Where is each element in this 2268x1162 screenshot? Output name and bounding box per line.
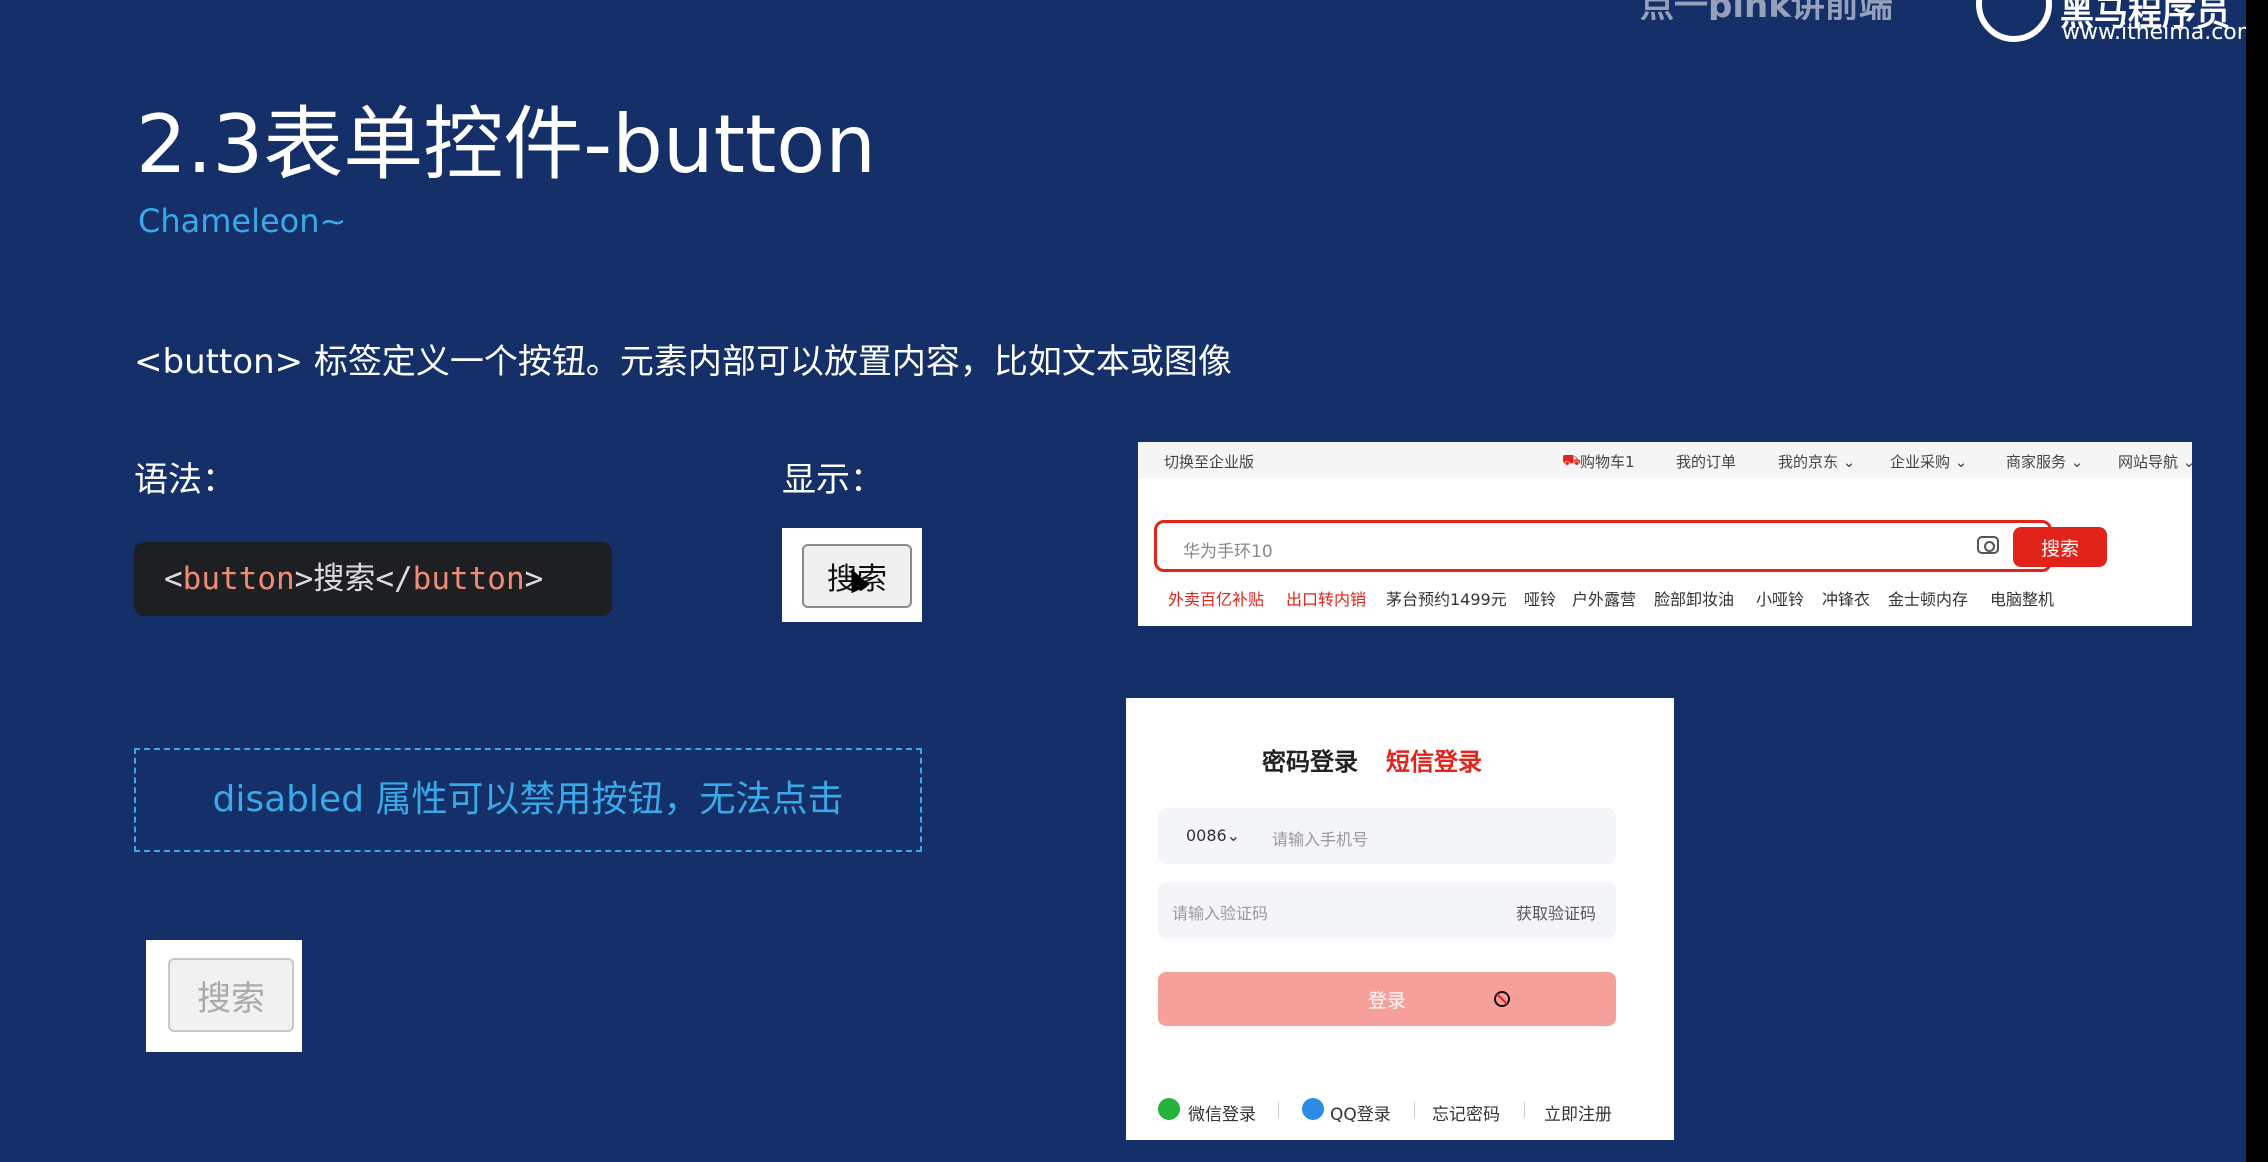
login-button-label: 登录 (1367, 989, 1406, 1012)
jd-search-input[interactable]: 华为手环10 (1183, 537, 1273, 562)
brand-url: www.itheima.com (2062, 20, 2259, 45)
camera-icon[interactable] (1977, 536, 1999, 554)
register-link[interactable]: 立即注册 (1544, 1100, 1612, 1125)
code-tag-open: button (182, 561, 295, 597)
code-input[interactable]: 请输入验证码 (1172, 900, 1268, 924)
code-tag-close: button (412, 561, 525, 597)
disabled-note: disabled 属性可以禁用按钮，无法点击 (134, 748, 922, 852)
jd-hot-link[interactable]: 小哑铃 (1756, 586, 1804, 610)
jd-procure-link[interactable]: 企业采购 ⌄ (1890, 451, 1967, 472)
divider (1278, 1102, 1279, 1118)
divider (1524, 1102, 1525, 1118)
code-gt: > (294, 561, 314, 597)
wechat-icon (1158, 1098, 1180, 1120)
tab-password-login[interactable]: 密码登录 (1262, 742, 1358, 777)
jd-enterprise-link[interactable]: 切换至企业版 (1164, 451, 1254, 472)
jd-cart-link[interactable]: 购物车1 (1580, 451, 1635, 472)
tab-sms-login[interactable]: 短信登录 (1386, 742, 1482, 777)
jd-header-screenshot: 切换至企业版 ⛟ 购物车1 我的订单 我的京东 ⌄ 企业采购 ⌄ 商家服务 ⌄ … (1138, 442, 2192, 626)
code-end-lt: </ (375, 561, 413, 597)
jd-search-box[interactable]: 华为手环10 搜索 (1154, 520, 2107, 572)
divider (1414, 1102, 1415, 1118)
jd-hot-link[interactable]: 哑铃 (1524, 586, 1556, 610)
forgot-password-link[interactable]: 忘记密码 (1432, 1100, 1500, 1125)
jd-hot-link[interactable]: 金士顿内存 (1888, 586, 1968, 610)
code-end-gt: > (524, 561, 544, 597)
window-edge (2246, 0, 2268, 1162)
not-allowed-icon (1494, 991, 1510, 1007)
disabled-search-button: 搜索 (168, 958, 294, 1032)
phone-field[interactable]: 0086⌄ 请输入手机号 (1158, 808, 1616, 864)
jd-hot-link[interactable]: 户外露营 (1572, 586, 1636, 610)
code-sample: <button>搜索</button> (134, 542, 612, 616)
wechat-login-link[interactable]: 微信登录 (1188, 1100, 1256, 1125)
top-overlay-text: 点一pink讲前端 (1640, 0, 1893, 20)
phone-input[interactable]: 请输入手机号 (1272, 826, 1368, 850)
jd-hot-link[interactable]: 出口转内销 (1286, 586, 1366, 610)
code-field[interactable]: 请输入验证码 获取验证码 (1158, 882, 1616, 938)
cart-icon: ⛟ (1562, 451, 1581, 469)
demo-panel: 搜索 (782, 528, 922, 622)
jd-search-button[interactable]: 搜索 (2013, 527, 2107, 567)
logo-icon (1976, 0, 2052, 42)
jd-sitenav-link[interactable]: 网站导航 ⌄ (2118, 451, 2192, 472)
slide-title: 2.3表单控件-button (136, 98, 876, 191)
disabled-demo-panel: 搜索 (146, 940, 302, 1052)
get-code-button[interactable]: 获取验证码 (1516, 900, 1596, 924)
code-lt: < (164, 561, 183, 597)
jd-top-bar: 切换至企业版 ⛟ 购物车1 我的订单 我的京东 ⌄ 企业采购 ⌄ 商家服务 ⌄ … (1138, 442, 2192, 478)
jd-hot-link[interactable]: 电脑整机 (1990, 586, 2054, 610)
qq-icon (1302, 1098, 1324, 1120)
jd-hot-link[interactable]: 外卖百亿补贴 (1168, 586, 1264, 610)
country-code-select[interactable]: 0086⌄ (1186, 826, 1240, 845)
syntax-label: 语法： (134, 460, 236, 500)
jd-hot-link[interactable]: 脸部卸妆油 (1654, 586, 1734, 610)
jd-orders-link[interactable]: 我的订单 (1676, 451, 1736, 472)
code-inner: 搜索 (313, 561, 376, 597)
qq-login-link[interactable]: QQ登录 (1330, 1100, 1391, 1125)
jd-merchant-link[interactable]: 商家服务 ⌄ (2006, 451, 2083, 472)
slide-subtitle: Chameleon~ (138, 202, 347, 240)
login-screenshot: 密码登录 短信登录 0086⌄ 请输入手机号 请输入验证码 获取验证码 登录 微… (1126, 698, 1674, 1140)
jd-hot-link[interactable]: 冲锋衣 (1822, 586, 1870, 610)
jd-myjd-link[interactable]: 我的京东 ⌄ (1778, 451, 1855, 472)
login-button: 登录 (1158, 972, 1616, 1026)
display-label: 显示： (782, 460, 884, 500)
jd-hot-link[interactable]: 茅台预约1499元 (1386, 586, 1507, 610)
slide-description: <button> 标签定义一个按钮。元素内部可以放置内容，比如文本或图像 (134, 342, 1232, 382)
